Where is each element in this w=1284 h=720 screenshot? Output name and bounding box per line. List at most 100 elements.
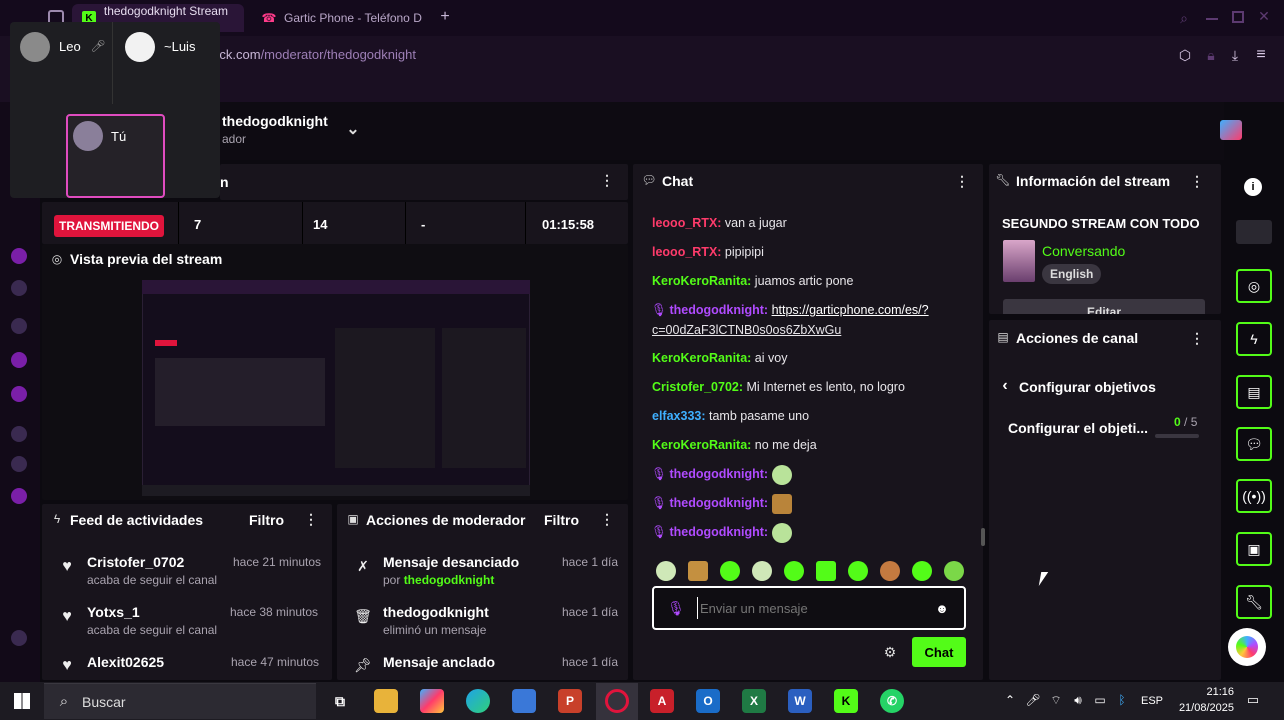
whatsapp-icon[interactable] [11,280,27,296]
minimize-icon[interactable] [1206,18,1218,20]
chevron-down-icon[interactable]: ⌄ [344,120,362,138]
emote-picker-icon[interactable] [720,561,740,581]
activity-toggle-button[interactable]: ϟ [1236,322,1272,356]
task-view-icon[interactable]: ⧉ [328,689,352,713]
history-icon[interactable] [11,426,27,442]
goal-label[interactable]: Configurar el objeti... [1008,420,1148,436]
more-options-icon[interactable]: ⋮ [600,510,614,528]
emote-picker-icon[interactable] [688,561,708,581]
powerpoint-icon[interactable]: P [558,689,582,713]
emote-picker-icon[interactable] [912,561,932,581]
divider [112,22,113,104]
edge-icon[interactable] [466,689,490,713]
emote-picker-icon[interactable] [656,561,676,581]
mod-by-user[interactable]: thedogodknight [404,573,495,587]
avatar [125,32,155,62]
sidebar-app-icon[interactable] [11,456,27,472]
menu-icon[interactable]: ≡ [1252,46,1270,64]
store-icon[interactable] [512,689,536,713]
more-options-icon[interactable]: ⋮ [304,510,318,528]
preview-toggle-button[interactable]: ◎ [1236,269,1272,303]
word-icon[interactable]: W [788,689,812,713]
feed-filter-button[interactable]: Filtro [249,512,284,528]
heart-icon: ♥ [62,608,72,625]
wifi-icon[interactable]: ⌔ [1049,693,1063,707]
kick-app-icon[interactable]: K [834,689,858,713]
chat-link[interactable]: https://garticphone.com/es/? [772,303,929,317]
taskbar-search[interactable]: ⌕ Buscar [44,683,316,719]
chat-link[interactable]: c=00dZaF3lCTNB0s0os6ZbXwGu [652,320,972,340]
maximize-icon[interactable] [1232,11,1244,23]
notification-icon[interactable]: ▭ [1244,692,1262,708]
gear-icon[interactable]: ⚙ [882,644,898,660]
sidebar-app-icon[interactable] [11,352,27,368]
collapse-toolbar-button[interactable] [1236,220,1272,244]
chat-input[interactable] [697,597,917,619]
emote-picker-icon[interactable] [848,561,868,581]
input-language[interactable]: ESP [1141,695,1163,707]
outlook-icon[interactable]: O [696,689,720,713]
emoji-icon[interactable]: ☻ [934,600,950,616]
emote-picker-icon[interactable] [784,561,804,581]
sidebar-app-icon[interactable] [11,318,27,334]
sidebar-app-icon[interactable] [11,386,27,402]
emote-picker-icon[interactable] [816,561,836,581]
more-options-icon[interactable]: ⋮ [600,172,614,188]
feed-user[interactable]: Yotxs_1 [87,604,140,620]
sidebar-app-icon[interactable] [11,488,27,504]
search-icon[interactable]: ⌕ [1176,10,1192,26]
bluetooth-icon[interactable]: ᛒ [1115,693,1129,707]
clock-date[interactable]: 21/08/2025 [1172,702,1234,714]
emote-picker-icon[interactable] [880,561,900,581]
chevron-left-icon[interactable]: ‹ [998,377,1012,394]
avatar[interactable] [1220,120,1242,140]
feed-user[interactable]: Cristofer_0702 [87,554,184,570]
whatsapp-icon[interactable]: ✆ [880,689,904,713]
copilot-icon[interactable] [420,689,444,713]
settings-icon[interactable] [11,630,27,646]
mod-actions-toggle-button[interactable]: ▣ [1236,532,1272,566]
chat-toggle-button[interactable]: 💬︎ [1236,427,1272,461]
more-options-icon[interactable]: ⋮ [1190,172,1204,190]
chevron-up-icon[interactable]: ⌃ [1003,693,1017,707]
channel-actions-panel [989,320,1221,680]
address-bar[interactable]: kick.com/moderator/thedogodknight [210,42,1160,66]
tab-gartic-phone[interactable]: ☎ Gartic Phone - Teléfono D [252,4,432,32]
emote-picker-icon[interactable] [944,561,964,581]
edit-stream-button[interactable]: Editar [1003,299,1205,314]
send-chat-button[interactable]: Chat [912,637,966,667]
volume-icon[interactable]: 🔊︎ [1071,693,1085,707]
download-icon[interactable]: ⤓ [1226,46,1244,64]
broadcast-toggle-button[interactable]: ((•)) [1236,479,1272,513]
mod-detail: eliminó un mensaje [383,623,487,637]
new-tab-button[interactable]: + [436,8,454,26]
trash-icon: 🗑︎ [354,607,372,624]
participant-name: ~Luis [164,39,196,54]
close-icon[interactable]: ✕ [1256,8,1272,24]
mod-filter-button[interactable]: Filtro [544,512,579,528]
pdf-reader-icon[interactable]: A [650,689,674,713]
stream-category[interactable]: Conversando [1042,243,1125,259]
extensions-icon[interactable]: ⬡ [1176,46,1194,64]
notes-toggle-button[interactable]: ▤ [1236,375,1272,409]
sidebar-app-icon[interactable] [11,248,27,264]
emote-picker-icon[interactable] [752,561,772,581]
lock-icon[interactable]: 🔒︎ [1202,46,1220,64]
file-explorer-icon[interactable] [374,689,398,713]
preview-taskbar [142,485,530,496]
configure-goals-back[interactable]: Configurar objetivos [1019,379,1156,395]
battery-icon[interactable]: ▭ [1093,693,1107,707]
excel-icon[interactable]: X [742,689,766,713]
opera-icon[interactable] [605,689,629,713]
clock-time[interactable]: 21:16 [1188,686,1234,698]
category-thumbnail[interactable] [1003,240,1035,282]
more-options-icon[interactable]: ⋮ [955,172,969,190]
stream-info-toggle-button[interactable]: 🔧︎ [1236,585,1272,619]
info-icon[interactable]: i [1244,178,1262,196]
more-options-icon[interactable]: ⋮ [1190,329,1204,347]
microphone-icon[interactable]: 🎤︎ [1025,693,1040,707]
feed-user[interactable]: Alexit02625 [87,654,164,670]
mod-action[interactable]: thedogodknight [383,604,489,620]
windows-start-icon[interactable] [14,693,30,709]
chat-scrollbar[interactable] [981,528,985,546]
